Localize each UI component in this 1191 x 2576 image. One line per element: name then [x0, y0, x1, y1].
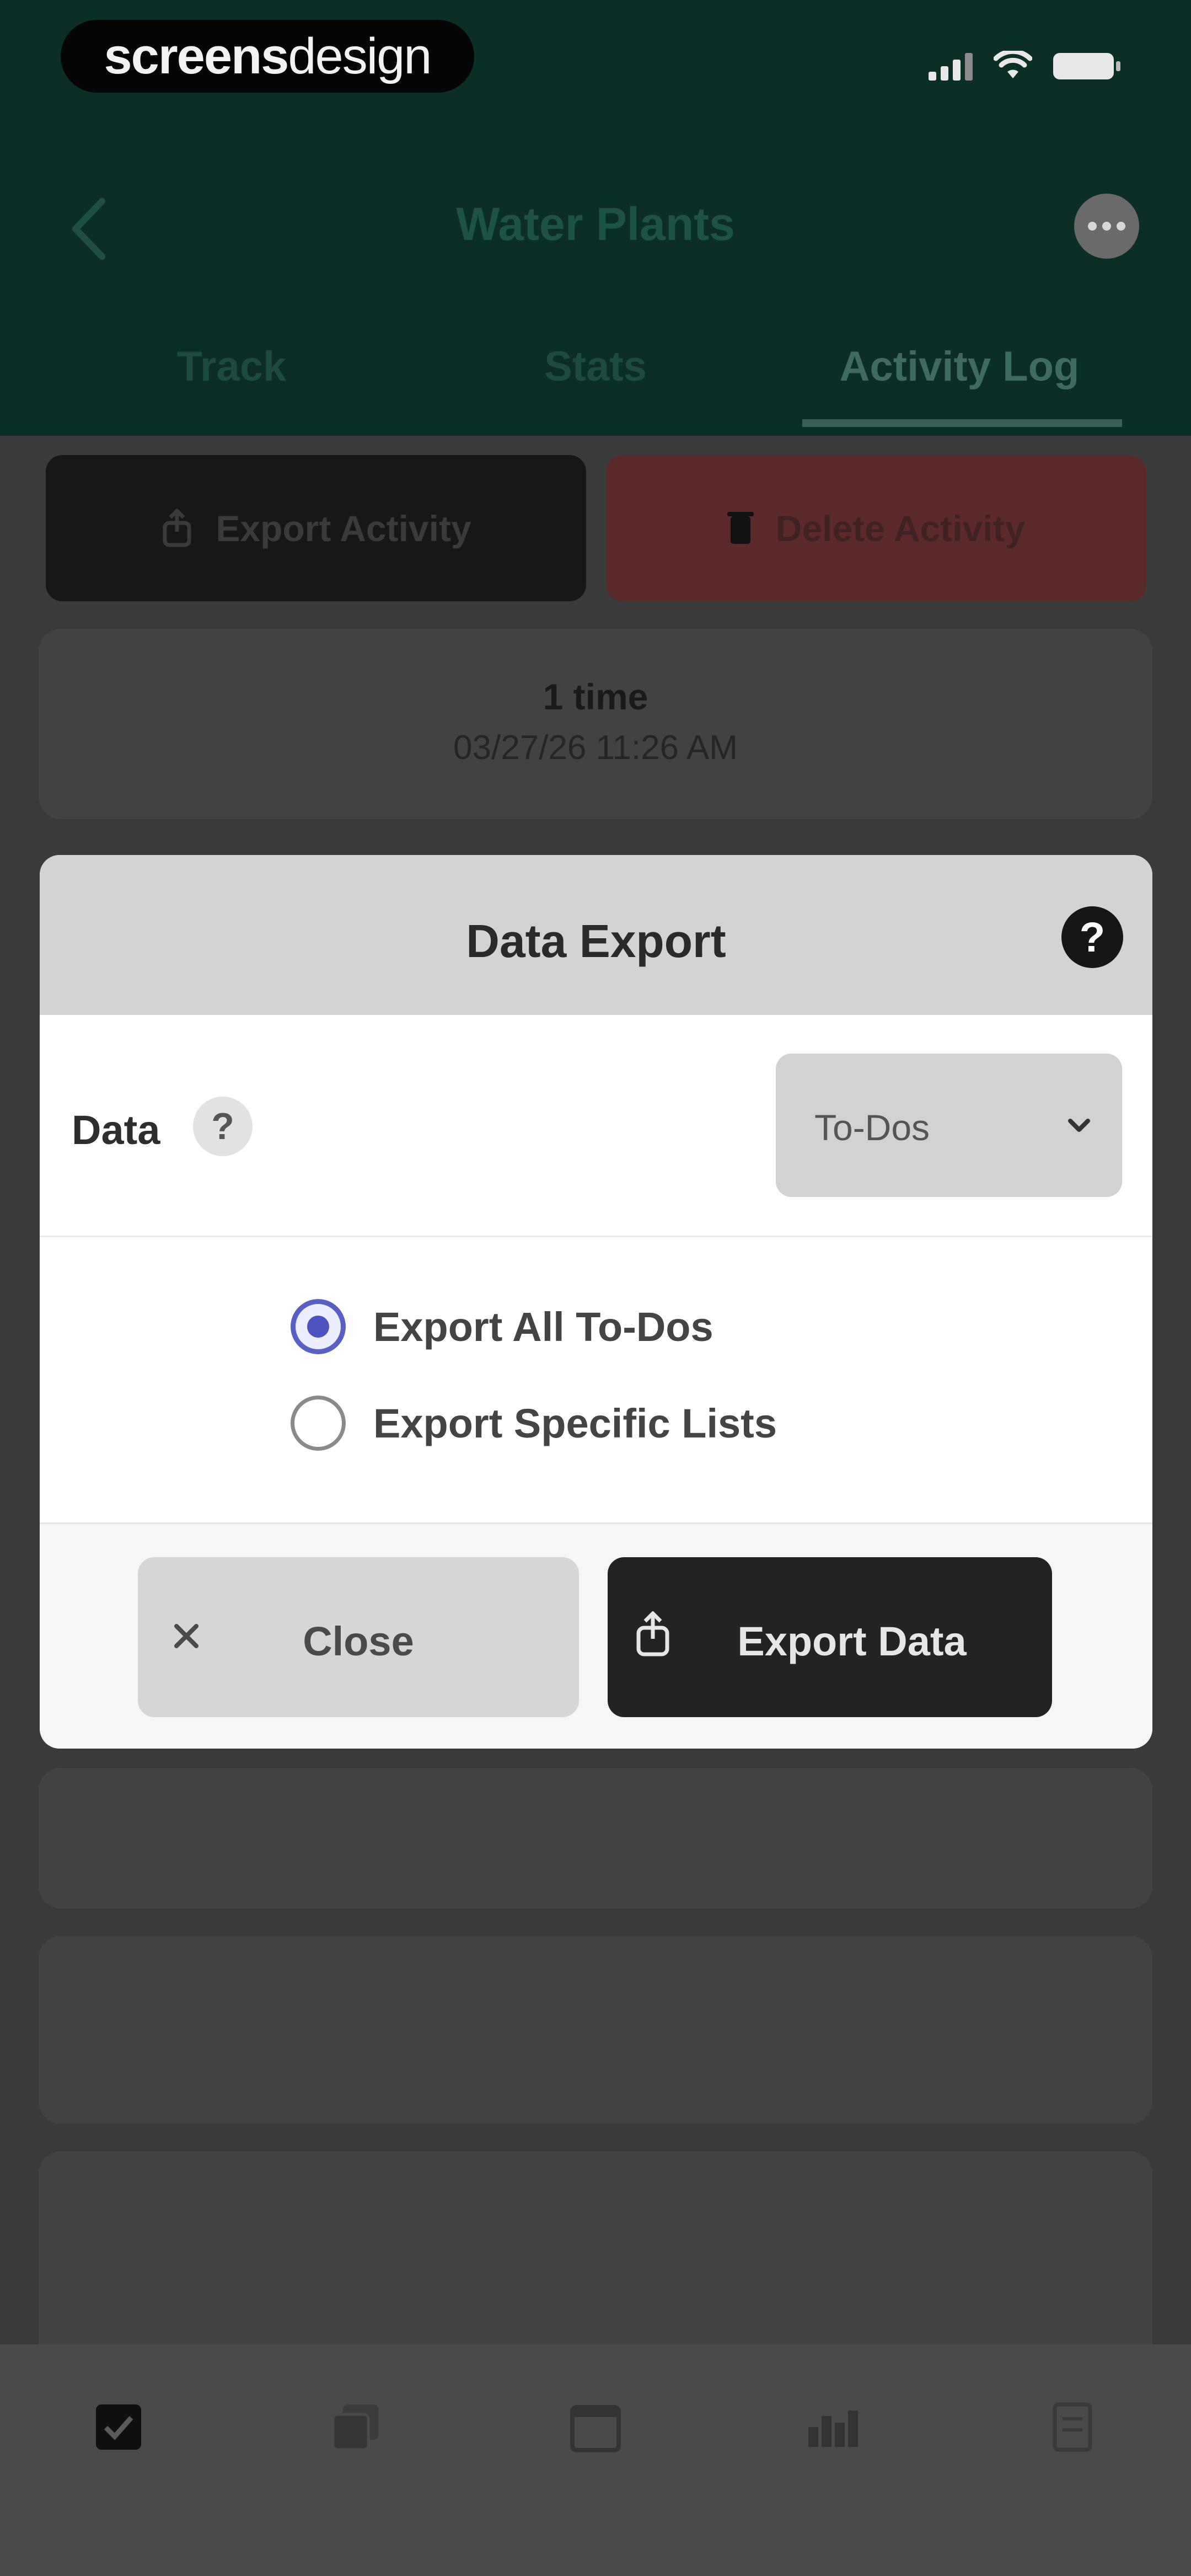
nav-settings[interactable]	[1039, 2394, 1106, 2460]
nav-todos[interactable]	[85, 2394, 152, 2460]
log-entry-card[interactable]	[39, 1768, 1152, 1909]
delete-activity-label: Delete Activity	[775, 507, 1026, 549]
calendar-icon	[570, 2405, 621, 2452]
close-button[interactable]: Close	[138, 1557, 579, 1717]
nav-lists[interactable]	[323, 2394, 389, 2460]
radio-export-all-label: Export All To-Dos	[373, 1303, 713, 1350]
export-activity-button[interactable]: Export Activity	[46, 455, 586, 601]
log-entry-count: 1 time	[543, 676, 648, 717]
trash-icon	[727, 511, 754, 544]
active-tab-indicator	[802, 419, 1122, 427]
more-options-button[interactable]	[1074, 194, 1139, 259]
data-type-selected-value: To-Dos	[814, 1107, 930, 1148]
tab-track[interactable]: Track	[33, 336, 430, 436]
more-dot-icon	[1088, 222, 1097, 231]
data-label: Data	[72, 1107, 160, 1153]
bottom-nav	[0, 2344, 1191, 2576]
brand-watermark: screensdesign	[61, 20, 474, 93]
radio-export-all[interactable]: Export All To-Dos	[291, 1296, 713, 1357]
dialog-title: Data Export	[466, 915, 726, 967]
nav-calendar[interactable]	[562, 2394, 629, 2460]
settings-icon	[1053, 2402, 1092, 2452]
page-title: Water Plants	[456, 198, 735, 250]
cellular-signal-icon	[929, 52, 973, 81]
log-entry-card[interactable]: 1 time 03/27/26 11:26 AM	[39, 629, 1152, 819]
radio-export-specific[interactable]: Export Specific Lists	[291, 1393, 777, 1453]
log-entry-card[interactable]	[39, 2151, 1152, 2372]
share-icon	[163, 508, 191, 547]
help-icon[interactable]: ?	[1061, 906, 1123, 968]
log-entry-timestamp: 03/27/26 11:26 AM	[453, 729, 738, 767]
wifi-icon	[994, 51, 1032, 78]
close-button-label: Close	[303, 1618, 414, 1664]
data-type-select[interactable]: To-Dos	[776, 1054, 1122, 1197]
activity-actions: Export Activity Delete Activity	[46, 455, 1146, 601]
brand-light: design	[288, 28, 432, 84]
more-dot-icon	[1102, 222, 1111, 231]
battery-icon	[1053, 53, 1120, 79]
app-header: Water Plants Track Stats Activity Log	[0, 138, 1191, 436]
dialog-header: Data Export ?	[40, 855, 1152, 1015]
export-data-button[interactable]: Export Data	[608, 1557, 1052, 1717]
radio-export-specific-label: Export Specific Lists	[373, 1400, 777, 1446]
radio-unselected-icon[interactable]	[291, 1396, 346, 1451]
log-entry-card[interactable]	[39, 1936, 1152, 2124]
data-type-row: Data ? To-Dos	[40, 1015, 1152, 1237]
export-scope-radio-group: Export All To-Dos Export Specific Lists	[40, 1236, 1152, 1522]
status-icons	[929, 50, 1120, 83]
radio-selected-icon[interactable]	[291, 1299, 346, 1354]
tab-stats[interactable]: Stats	[397, 336, 794, 436]
more-dot-icon	[1117, 222, 1125, 231]
export-data-label: Export Data	[737, 1618, 967, 1664]
delete-activity-button[interactable]: Delete Activity	[606, 455, 1146, 601]
checkbox-icon	[96, 2404, 141, 2450]
dialog-footer: Close Export Data	[40, 1522, 1152, 1749]
data-export-dialog: Data Export ? Data ? To-Dos Export All T…	[40, 855, 1152, 1749]
lists-icon	[331, 2404, 378, 2451]
stats-icon	[808, 2411, 858, 2447]
data-help-icon[interactable]: ?	[193, 1097, 253, 1156]
brand-bold: screens	[104, 28, 289, 84]
chevron-down-icon	[1068, 1119, 1090, 1132]
status-bar: screensdesign	[0, 0, 1191, 138]
export-activity-label: Export Activity	[216, 507, 471, 549]
nav-stats[interactable]	[801, 2394, 867, 2460]
